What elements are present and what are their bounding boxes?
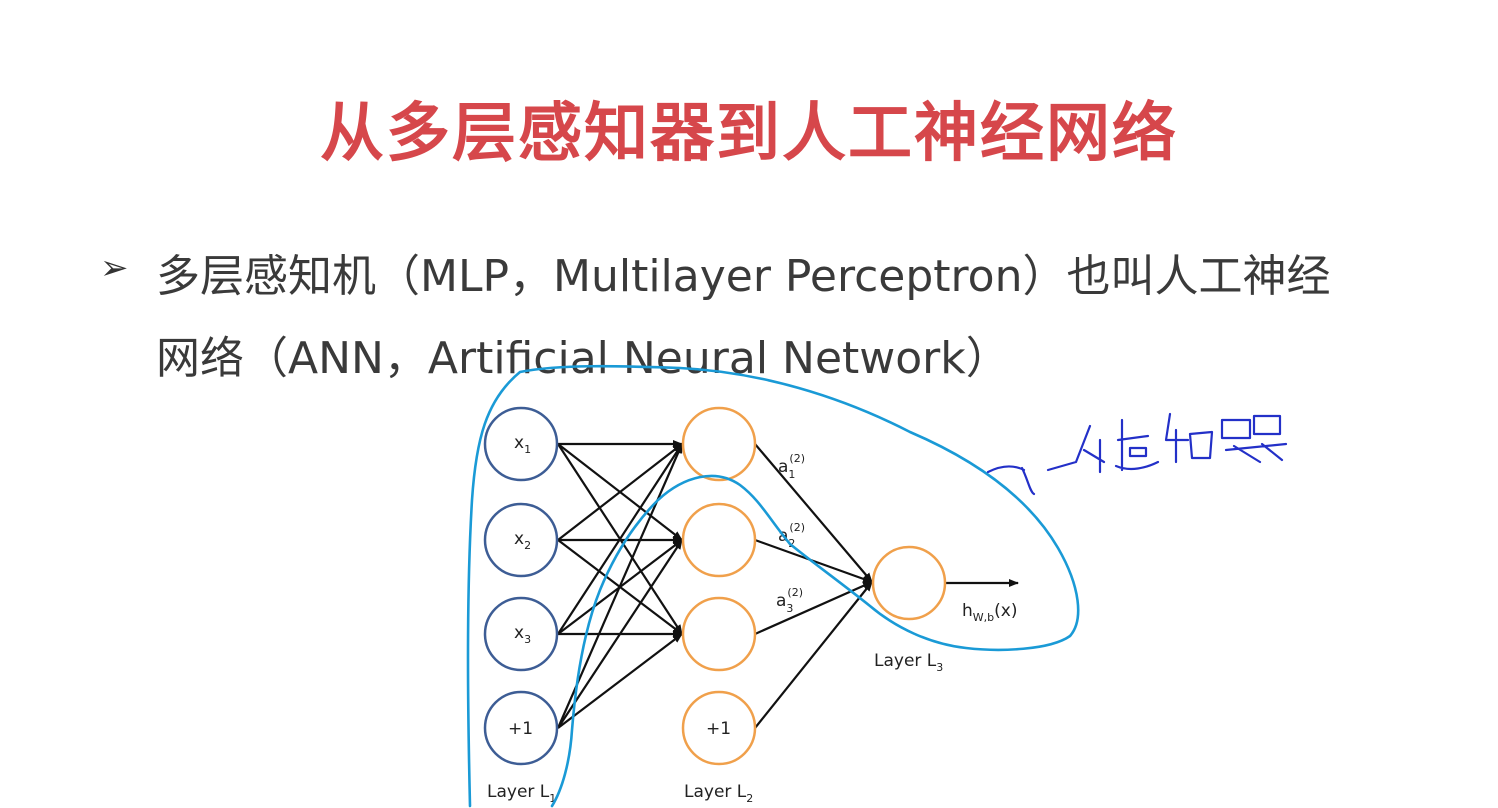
hidden-label-bias: +1 <box>706 719 731 739</box>
hidden-node-3 <box>681 596 757 672</box>
hidden-node-2 <box>681 502 757 578</box>
hidden-node-1 <box>681 406 757 482</box>
output-node <box>871 545 947 621</box>
layer-label-l1: Layer L1 <box>487 782 556 805</box>
handwritten-note-strokes <box>1046 412 1288 474</box>
ink-loop-outer <box>466 364 1080 808</box>
layer-label-l2: Layer L2 <box>684 782 753 805</box>
output-layer: hW,b(x) <box>871 545 1017 624</box>
output-label: hW,b(x) <box>962 601 1017 624</box>
neural-network-diagram: x1 x2 x3 +1 +1 a1(2) a2(2) a3(2) hW,b(x)… <box>466 364 1305 808</box>
activation-label-a1: a1(2) <box>778 452 805 481</box>
handwritten-note-text: 一个感知器 <box>1300 468 1305 471</box>
activation-label-a3: a3(2) <box>776 586 803 615</box>
hidden-layer: +1 <box>681 406 757 766</box>
layer-label-l3: Layer L3 <box>874 651 943 674</box>
input-layer: x1 x2 x3 +1 <box>483 406 559 766</box>
input-label-bias: +1 <box>508 719 533 739</box>
